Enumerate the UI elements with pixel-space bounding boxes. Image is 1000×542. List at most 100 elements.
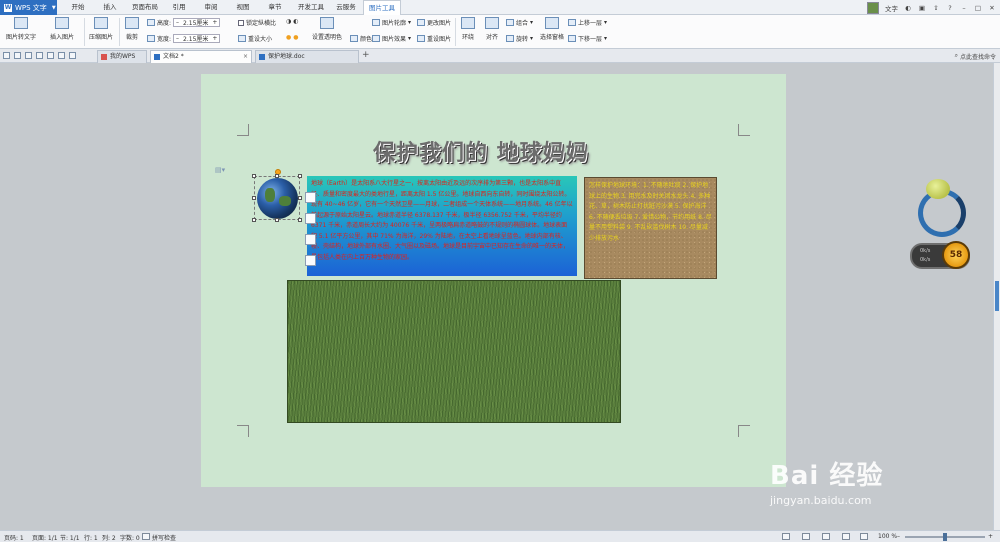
print-preview-icon[interactable] — [47, 52, 54, 59]
speed-widget[interactable]: 0k/s 0k/s 58 — [910, 175, 976, 275]
view-fit-icon[interactable] — [860, 533, 868, 540]
zoom-slider-knob[interactable] — [943, 533, 947, 541]
checkbox-icon[interactable] — [238, 19, 244, 26]
pic-to-text-button[interactable]: 图片转文字 — [4, 17, 38, 41]
open-icon[interactable] — [3, 52, 10, 59]
bring-forward-dropdown[interactable]: 上移一层 ▾ — [568, 18, 607, 27]
contrast-icon[interactable]: ◑ — [286, 18, 291, 25]
scrollbar-thumb[interactable] — [995, 281, 999, 311]
status-spell[interactable]: 拼写检查 — [152, 533, 176, 542]
increment-icon[interactable]: + — [210, 19, 219, 26]
wrap-button[interactable]: 环绕 — [458, 17, 478, 41]
resize-handle[interactable] — [275, 218, 279, 222]
save-icon[interactable] — [14, 52, 21, 59]
brightness-icon[interactable]: ◐ — [293, 18, 298, 25]
selection-pane-button[interactable]: 选择窗格 — [538, 17, 566, 41]
lock-ratio-checkbox[interactable]: 锁定纵横比 — [238, 18, 276, 27]
vertical-scrollbar[interactable] — [993, 63, 1000, 530]
contrast-buttons[interactable]: ◑ ◐ — [286, 18, 299, 25]
skin-icon[interactable]: ◐ — [904, 4, 912, 12]
close-tab-icon[interactable]: × — [243, 51, 248, 63]
rotate-dropdown[interactable]: 旋转 ▾ — [506, 34, 533, 43]
height-spinner[interactable]: –2.15厘米 + — [173, 18, 221, 27]
width-value[interactable]: 2.15厘米 — [181, 34, 210, 43]
zoom-icon[interactable] — [305, 213, 316, 224]
tab-my-wps[interactable]: 我的WPS — [97, 50, 147, 63]
resize-handle[interactable] — [275, 174, 279, 178]
earth-text-box[interactable]: 地球（Earth）是太阳系八大行星之一，按离太阳由近及远的次序排为第三颗，也是太… — [307, 176, 577, 276]
zoom-in-icon[interactable]: + — [988, 533, 993, 540]
resize-handle[interactable] — [298, 218, 302, 222]
tab-references[interactable]: 引用 — [165, 0, 193, 15]
tab-picture-tools[interactable]: 图片工具 — [363, 0, 401, 16]
redo-icon[interactable] — [69, 52, 76, 59]
resize-handle[interactable] — [252, 196, 256, 200]
gift-icon[interactable]: ▣ — [918, 4, 926, 12]
share-icon[interactable]: ⇪ — [932, 4, 940, 12]
insert-picture-button[interactable]: 插入图片 — [45, 17, 79, 41]
decrement-icon[interactable]: – — [174, 19, 181, 26]
set-transparent-button[interactable]: 设置透明色 — [308, 17, 346, 41]
tab-page-layout[interactable]: 页面布局 — [127, 0, 163, 15]
export-pdf-icon[interactable] — [25, 52, 32, 59]
restore-icon[interactable]: □ — [974, 4, 982, 12]
view-outline-icon[interactable] — [822, 533, 830, 540]
tab-home[interactable]: 开始 — [63, 0, 93, 15]
earth-image[interactable] — [252, 169, 302, 222]
sun-icon[interactable]: ● — [286, 34, 291, 41]
command-search-placeholder[interactable]: 点此查找命令 — [960, 52, 996, 61]
group-dropdown[interactable]: 组合 ▾ — [506, 18, 533, 27]
compress-picture-button[interactable]: 压缩图片 — [87, 17, 115, 41]
close-icon[interactable]: ✕ — [988, 4, 996, 12]
tab-insert[interactable]: 插入 — [95, 0, 125, 15]
picture-outline-dropdown[interactable]: 图片轮廓 ▾ — [372, 18, 411, 27]
crop-tool-icon[interactable] — [305, 234, 316, 245]
undo-icon[interactable] — [58, 52, 65, 59]
print-icon[interactable] — [36, 52, 43, 59]
help-icon[interactable]: ? — [946, 4, 954, 12]
increment-icon[interactable]: + — [210, 35, 219, 42]
status-words[interactable]: 字数: 0 — [120, 533, 140, 542]
brightness-buttons[interactable]: ● ● — [286, 34, 299, 41]
command-search[interactable]: ⌕ 点此查找命令 — [955, 51, 996, 61]
new-tab-icon[interactable]: + — [362, 50, 370, 60]
sun-small-icon[interactable]: ● — [293, 34, 298, 41]
anchor-icon[interactable]: ▤▾ — [215, 166, 225, 174]
avatar[interactable] — [867, 1, 879, 14]
decrement-icon[interactable]: – — [174, 35, 181, 42]
resize-handle[interactable] — [298, 174, 302, 178]
tab-chapter[interactable]: 章节 — [261, 0, 289, 15]
minimize-icon[interactable]: – — [960, 4, 968, 12]
zoom-level[interactable]: 100 % — [878, 533, 897, 540]
view-web-icon[interactable] — [802, 533, 810, 540]
reset-size-button[interactable]: 重设大小 — [238, 34, 272, 43]
resize-handle[interactable] — [252, 218, 256, 222]
width-spinner[interactable]: –2.15厘米 + — [173, 34, 221, 43]
tab-protect-earth[interactable]: 保护地球.doc — [255, 50, 359, 63]
picture-effect-dropdown[interactable]: 图片效果 ▾ — [372, 34, 411, 43]
zoom-out-icon[interactable]: – — [897, 533, 900, 540]
resize-handle[interactable] — [298, 196, 302, 200]
spell-check-icon[interactable] — [142, 533, 150, 540]
layout-options-icon[interactable] — [305, 192, 316, 203]
view-print-icon[interactable] — [782, 533, 790, 540]
resize-handle[interactable] — [252, 174, 256, 178]
send-backward-dropdown[interactable]: 下移一层 ▾ — [568, 34, 607, 43]
change-picture-button[interactable]: 更改图片 — [417, 18, 451, 27]
document-page[interactable]: 保护我们的 地球妈妈 ▤▾ 地球（Earth）是太阳系八大行星之一，按离太阳由近… — [201, 74, 786, 487]
wordart-title[interactable]: 保护我们的 地球妈妈 — [373, 135, 623, 166]
align-button[interactable]: 对齐 — [482, 17, 502, 41]
app-menu-button[interactable]: W WPS 文字 ▼ — [0, 0, 57, 15]
tab-review[interactable]: 审阅 — [197, 0, 225, 15]
tab-cloud[interactable]: 云服务 — [331, 0, 361, 15]
view-read-icon[interactable] — [842, 533, 850, 540]
frame-icon[interactable] — [305, 255, 316, 266]
tab-view[interactable]: 视图 — [229, 0, 257, 15]
grass-image[interactable] — [287, 280, 621, 423]
crop-button[interactable]: 裁剪 — [122, 17, 142, 41]
height-value[interactable]: 2.15厘米 — [181, 18, 210, 27]
user-name[interactable]: 文字 — [885, 3, 898, 13]
tips-text-box[interactable]: 怎样保护地球环境：1. 不随地吐痰 2. 保护地球上的生物 3. 用完水及时关闭… — [584, 177, 717, 279]
tab-developer[interactable]: 开发工具 — [293, 0, 329, 15]
reset-picture-button[interactable]: 重设图片 — [417, 34, 451, 43]
